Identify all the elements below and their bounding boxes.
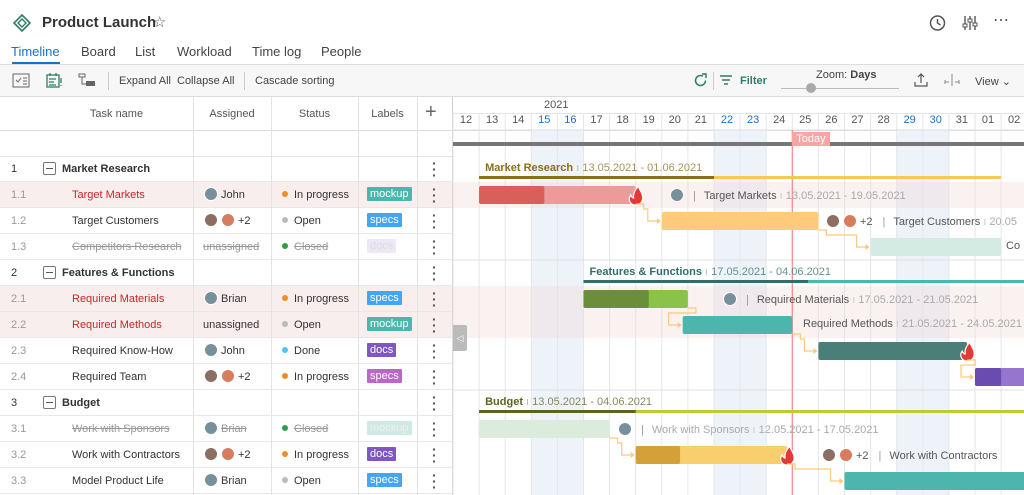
group-bar-dates: 13.05.2021 - 04.06.2021 [532,396,653,408]
dependency-arrow [630,452,635,458]
task-bar [844,472,1024,490]
avatar [826,214,840,228]
day-label: 24 [773,114,786,126]
avatar [843,214,857,228]
day-label: 12 [459,114,473,126]
day-label: 29 [903,114,916,126]
task-bar [682,316,793,334]
avatar [839,448,853,462]
task-bar-progress [635,446,681,464]
day-label: 23 [746,114,760,126]
task-bar-name: Work with Sponsors [651,424,750,436]
group-bar-name: Features & Functions [589,266,702,278]
today-marker: Today [792,132,830,146]
dependency-arrow [970,374,974,380]
day-label: 19 [642,114,655,126]
day-label: 18 [616,114,629,126]
dependency-arrow [813,348,818,354]
task-bar-name: Required Methods [803,318,893,330]
group-summary-progress [479,176,714,179]
dependency-arrow [839,478,844,484]
task-bar-name: Required Materials [756,294,850,306]
group-bar-dates: 13.05.2021 - 01.06.2021 [582,162,703,174]
task-bar-dates: 20.05 [989,216,1017,228]
group-bar-label: Features & Functions ı 17.05.2021 - 04.0… [589,266,832,278]
day-label: 31 [955,114,969,126]
collapse-grid-handle[interactable]: ◁ [453,325,467,351]
task-bar-dates: 13.05.2021 - 19.05.2021 [785,190,906,202]
task-bar-name: Target Customers [893,216,981,228]
task-bar-name: Co [1006,240,1021,252]
dependency-line [960,359,976,378]
dependency-arrow [865,244,870,250]
avatar [618,422,632,436]
dependency-line [609,437,632,456]
day-label: 15 [538,114,551,126]
task-bar [818,342,968,360]
avatar [723,292,737,306]
project-summary-bar [453,142,1024,146]
day-label: 01 [981,114,995,126]
group-summary-progress [479,410,636,413]
task-bar-dates: 21.05.2021 - 24.05.2021 [902,318,1022,330]
task-bar-progress [975,368,1002,386]
avatar [670,188,684,202]
day-label: 21 [694,114,708,126]
day-label: 27 [851,114,864,126]
task-bar [479,420,610,438]
task-bar [661,212,819,230]
avatar [822,448,836,462]
day-label: 22 [720,114,734,126]
day-label: 30 [929,114,942,126]
day-label: 26 [825,114,838,126]
task-bar-label: Required Methods ı 21.05.2021 - 24.05.20… [803,318,1022,330]
task-bar-label: | Required Materials ı 17.05.2021 - 21.05… [723,292,978,306]
task-bar-label: +2 | Work with Contractors [822,448,997,462]
task-bar-progress [479,186,545,204]
task-bar-name: Work with Contractors [889,450,998,462]
task-bar-label: +2 | Target Customers ı 20.05 [826,214,1017,228]
dependency-arrow [656,218,661,224]
day-label: 16 [564,114,577,126]
group-bar-dates: 17.05.2021 - 04.06.2021 [711,266,832,278]
task-bar-label: Co [1006,240,1020,252]
day-label: 25 [799,114,812,126]
day-label: 20 [668,114,681,126]
group-bar-label: Market Research ı 13.05.2021 - 01.06.202… [485,162,703,174]
task-bar [870,238,1002,256]
group-bar-name: Market Research [485,162,574,174]
dependency-line [787,463,841,482]
task-bar-name: Target Markets [703,190,777,202]
task-bar-label: | Target Markets ı 13.05.2021 - 19.05.202… [670,188,906,202]
day-label: 13 [485,114,499,126]
day-label: 28 [877,114,890,126]
task-bar-dates: 17.05.2021 - 21.05.2021 [858,294,979,306]
day-label: 02 [1007,114,1021,126]
task-bar-label: | Work with Sponsors ı 12.05.2021 - 17.05… [618,422,879,436]
gantt-chart [452,113,1024,495]
day-label: 14 [512,114,525,126]
extra-assignees: +2 [860,216,873,228]
task-bar-dates: 12.05.2021 - 17.05.2021 [758,424,879,436]
extra-assignees: +2 [856,450,869,462]
dependency-line [818,229,867,248]
group-summary-progress [583,280,808,283]
group-bar-label: Budget ı 13.05.2021 - 04.06.2021 [485,396,653,408]
group-bar-name: Budget [485,396,523,408]
task-bar-progress [583,290,649,308]
day-label: 17 [590,114,603,126]
